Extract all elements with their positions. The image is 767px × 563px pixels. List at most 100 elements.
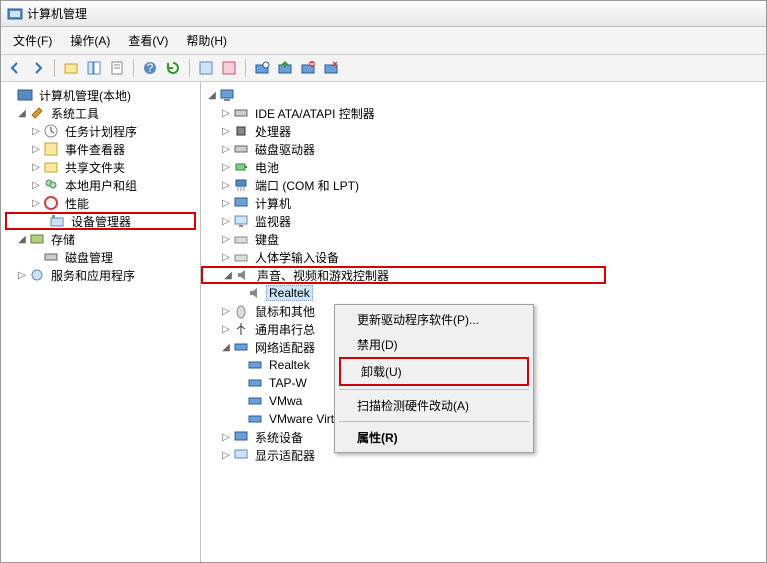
expand-icon[interactable]: ▷ [29, 126, 43, 137]
net-adapter-icon [247, 393, 263, 409]
tool-button[interactable] [219, 58, 239, 78]
tree-item-sound-realtek[interactable]: Realtek [201, 284, 766, 302]
expand-icon[interactable]: ▷ [219, 450, 233, 461]
ctx-properties[interactable]: 属性(R) [337, 425, 531, 450]
tree-item-storage[interactable]: ◢ 存储 [1, 230, 200, 248]
network-icon [233, 339, 249, 355]
expand-icon[interactable]: ▷ [219, 198, 233, 209]
net-adapter-icon [247, 411, 263, 427]
update-driver-button[interactable] [275, 58, 295, 78]
collapse-icon[interactable]: ◢ [15, 108, 29, 119]
expand-icon[interactable]: ▷ [29, 144, 43, 155]
properties-button[interactable] [107, 58, 127, 78]
tree-item-system-tools[interactable]: ◢ 系统工具 [1, 104, 200, 122]
tree-item-disk[interactable]: ▷磁盘驱动器 [201, 140, 766, 158]
tree-label: IDE ATA/ATAPI 控制器 [252, 104, 378, 123]
ctx-update-driver[interactable]: 更新驱动程序软件(P)... [337, 307, 531, 332]
refresh-button[interactable] [163, 58, 183, 78]
tree-item-computer[interactable]: ▷计算机 [201, 194, 766, 212]
cpu-icon [233, 123, 249, 139]
ctx-scan[interactable]: 扫描检测硬件改动(A) [337, 393, 531, 418]
menu-view[interactable]: 查看(V) [120, 30, 176, 51]
net-adapter-icon [247, 375, 263, 391]
ctx-separator [339, 389, 529, 390]
tree-label: 磁盘管理 [62, 248, 116, 267]
tree-item-disk-mgmt[interactable]: 磁盘管理 [1, 248, 200, 266]
tree-root[interactable]: 计算机管理(本地) [1, 86, 200, 104]
scan-hardware-button[interactable] [252, 58, 272, 78]
expand-icon[interactable]: ▷ [219, 252, 233, 263]
menu-file[interactable]: 文件(F) [5, 30, 60, 51]
tree-label: TAP-W [266, 375, 310, 391]
expand-icon[interactable]: ▷ [219, 306, 233, 317]
expand-icon[interactable]: ▷ [219, 324, 233, 335]
keyboard-icon [233, 231, 249, 247]
tree-item-keyboard[interactable]: ▷键盘 [201, 230, 766, 248]
ctx-disable[interactable]: 禁用(D) [337, 332, 531, 357]
tree-label: 网络适配器 [252, 338, 318, 357]
toolbar-separator [245, 59, 246, 77]
expand-icon[interactable]: ▷ [219, 126, 233, 137]
tree-item-task-scheduler[interactable]: ▷ 任务计划程序 [1, 122, 200, 140]
tree-item-event-viewer[interactable]: ▷ 事件查看器 [1, 140, 200, 158]
uninstall-button[interactable] [298, 58, 318, 78]
tree-item-device-manager[interactable]: 设备管理器 [5, 212, 196, 230]
expand-icon[interactable]: ▷ [219, 432, 233, 443]
menu-action[interactable]: 操作(A) [62, 30, 118, 51]
tree-label: 存储 [48, 230, 78, 249]
tree-label: 显示适配器 [252, 446, 318, 465]
sysdev-icon [233, 429, 249, 445]
tree-label: 鼠标和其他 [252, 302, 318, 321]
expand-icon[interactable]: ▷ [219, 162, 233, 173]
mouse-icon [233, 303, 249, 319]
expand-icon[interactable]: ▷ [29, 162, 43, 173]
right-pane: ◢ ▷ IDE ATA/ATAPI 控制器 ▷处理器 ▷磁盘驱动器 ▷电池 ▷端口… [201, 82, 766, 562]
expand-icon[interactable]: ▷ [29, 198, 43, 209]
window-title: 计算机管理 [27, 5, 87, 22]
toolbar-separator [54, 59, 55, 77]
tree-item-performance[interactable]: ▷ 性能 [1, 194, 200, 212]
expand-icon[interactable]: ▷ [219, 144, 233, 155]
tree-label: 计算机管理(本地) [36, 86, 134, 105]
expand-icon[interactable]: ▷ [219, 234, 233, 245]
show-hide-tree-button[interactable] [84, 58, 104, 78]
expand-icon[interactable]: ▷ [29, 180, 43, 191]
collapse-icon[interactable]: ◢ [205, 90, 219, 101]
left-pane: 计算机管理(本地) ◢ 系统工具 ▷ 任务计划程序 ▷ 事件查看器 ▷ 共享文件… [1, 82, 201, 562]
collapse-icon[interactable]: ◢ [219, 342, 233, 353]
tree-item-sound[interactable]: ◢声音、视频和游戏控制器 [201, 266, 606, 284]
collapse-icon[interactable]: ◢ [221, 270, 235, 281]
tree-label: 事件查看器 [62, 140, 128, 159]
tool-button[interactable] [196, 58, 216, 78]
app-icon [7, 6, 23, 22]
expand-icon[interactable]: ▷ [219, 108, 233, 119]
tree-item-hid[interactable]: ▷人体学输入设备 [201, 248, 766, 266]
help-button[interactable]: ? [140, 58, 160, 78]
tree-item-cpu[interactable]: ▷处理器 [201, 122, 766, 140]
ctx-uninstall[interactable]: 卸载(U) [339, 357, 529, 386]
tree-item-battery[interactable]: ▷电池 [201, 158, 766, 176]
tree-label: 通用串行总 [252, 320, 318, 339]
tree-item-shared-folders[interactable]: ▷ 共享文件夹 [1, 158, 200, 176]
tree-label: 设备管理器 [68, 212, 134, 231]
expand-icon[interactable]: ▷ [219, 180, 233, 191]
forward-button[interactable] [28, 58, 48, 78]
services-icon [29, 267, 45, 283]
collapse-icon[interactable]: ◢ [15, 234, 29, 245]
tree-label: 系统工具 [48, 104, 102, 123]
tree-item-monitor[interactable]: ▷监视器 [201, 212, 766, 230]
expand-icon[interactable]: ▷ [219, 216, 233, 227]
computer-mgmt-icon [17, 87, 33, 103]
disable-button[interactable] [321, 58, 341, 78]
device-root[interactable]: ◢ [201, 86, 766, 104]
tree-item-ide[interactable]: ▷ IDE ATA/ATAPI 控制器 [201, 104, 766, 122]
expand-icon[interactable]: ▷ [15, 270, 29, 281]
tree-item-ports[interactable]: ▷端口 (COM 和 LPT) [201, 176, 766, 194]
tree-item-local-users[interactable]: ▷ 本地用户和组 [1, 176, 200, 194]
back-button[interactable] [5, 58, 25, 78]
event-icon [43, 141, 59, 157]
toolbar-separator [133, 59, 134, 77]
up-button[interactable] [61, 58, 81, 78]
menu-help[interactable]: 帮助(H) [178, 30, 235, 51]
tree-item-services[interactable]: ▷ 服务和应用程序 [1, 266, 200, 284]
